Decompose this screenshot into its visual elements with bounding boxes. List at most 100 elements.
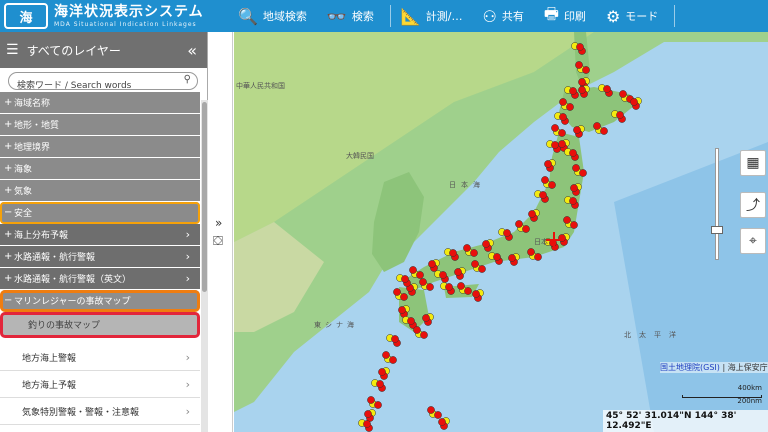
accident-marker[interactable] [578, 78, 586, 86]
accident-marker[interactable] [374, 401, 382, 409]
collapse-panel-icon[interactable]: « [187, 41, 197, 60]
accident-marker[interactable] [569, 87, 577, 95]
layer-weather[interactable]: + 気象 [0, 180, 200, 202]
zoom-slider[interactable] [711, 148, 723, 260]
accident-marker[interactable] [572, 164, 580, 172]
accident-marker[interactable] [416, 271, 424, 279]
item-regional-marine-warning[interactable]: 地方海上警報 › [0, 344, 200, 371]
layer-terrain-geology[interactable]: + 地形・地質 [0, 114, 200, 136]
accident-marker[interactable] [570, 184, 578, 192]
accident-marker[interactable] [409, 266, 417, 274]
accident-marker[interactable] [367, 396, 375, 404]
accident-marker[interactable] [573, 126, 581, 134]
accident-marker[interactable] [434, 411, 442, 419]
basket-icon[interactable]: ⛋ [213, 234, 223, 249]
accident-marker[interactable] [551, 141, 559, 149]
accident-marker[interactable] [563, 216, 571, 224]
accident-marker[interactable] [593, 122, 601, 130]
accident-marker[interactable] [616, 111, 624, 119]
mode-button[interactable]: ⚙ モード [596, 0, 668, 32]
layer-navigation-warnings[interactable]: + 水路通報・航行警報 › [0, 246, 200, 268]
accident-marker[interactable] [400, 293, 408, 301]
accident-marker[interactable] [566, 103, 574, 111]
item-regional-marine-forecast[interactable]: 地方海上予報 › [0, 371, 200, 398]
share-button[interactable]: ⚇ 共有 [472, 0, 533, 32]
accident-marker[interactable] [419, 278, 427, 286]
accident-marker[interactable] [578, 86, 586, 94]
accident-marker[interactable] [426, 283, 434, 291]
accident-marker[interactable] [482, 240, 490, 248]
accident-marker[interactable] [503, 229, 511, 237]
accident-marker[interactable] [364, 410, 372, 418]
accident-marker[interactable] [427, 406, 435, 414]
accident-marker[interactable] [457, 282, 465, 290]
logo[interactable]: 海 海洋状況表示システム MDA Situational Indication … [0, 0, 220, 32]
accident-marker[interactable] [470, 249, 478, 257]
accident-marker[interactable] [398, 306, 406, 314]
accident-marker[interactable] [575, 61, 583, 69]
accident-marker[interactable] [600, 127, 608, 135]
layer-scrollbar[interactable] [201, 100, 208, 432]
search-icon[interactable]: ⚲ [184, 74, 191, 85]
accident-marker[interactable] [463, 244, 471, 252]
accident-marker[interactable] [559, 98, 567, 106]
accident-marker[interactable] [541, 176, 549, 184]
accident-marker[interactable] [619, 90, 627, 98]
accident-marker[interactable] [449, 249, 457, 257]
zoom-knob[interactable] [711, 226, 723, 234]
accident-marker[interactable] [389, 356, 397, 364]
accident-marker[interactable] [422, 314, 430, 322]
accident-marker[interactable] [438, 418, 446, 426]
print-button[interactable]: 🖶 印刷 [534, 0, 596, 32]
layer-switch-button[interactable]: ▦ [740, 150, 766, 176]
accident-marker[interactable] [559, 113, 567, 121]
layer-sea-area-names[interactable]: + 海域名称 [0, 92, 200, 114]
accident-marker[interactable] [401, 275, 409, 283]
layer-fishing-accident-map[interactable]: 釣りの事故マップ [0, 312, 200, 338]
accident-marker[interactable] [515, 220, 523, 228]
accident-marker[interactable] [603, 85, 611, 93]
route-button[interactable]: ⤴ [740, 192, 766, 218]
accident-marker[interactable] [569, 197, 577, 205]
expand-panel-icon[interactable]: » [215, 216, 222, 230]
accident-marker[interactable] [558, 129, 566, 137]
accident-marker[interactable] [393, 288, 401, 296]
accident-marker[interactable] [413, 326, 421, 334]
attribution-link[interactable]: 国土地理院(GSI) [660, 363, 720, 372]
accident-marker[interactable] [445, 283, 453, 291]
accident-marker[interactable] [407, 317, 415, 325]
accident-marker[interactable] [464, 287, 472, 295]
accident-marker[interactable] [420, 331, 428, 339]
accident-marker[interactable] [548, 181, 556, 189]
layer-geographic-boundary[interactable]: + 地理境界 [0, 136, 200, 158]
scrollbar-thumb[interactable] [202, 102, 207, 292]
layer-oceanography[interactable]: + 海象 [0, 158, 200, 180]
accident-marker[interactable] [363, 420, 371, 428]
accident-marker[interactable] [534, 253, 542, 261]
accident-marker[interactable] [527, 248, 535, 256]
accident-marker[interactable] [576, 43, 584, 51]
accident-marker[interactable] [569, 149, 577, 157]
accident-marker[interactable] [382, 351, 390, 359]
layer-navigation-warnings-en[interactable]: + 水路通報・航行警報（英文） › [0, 268, 200, 290]
accident-marker[interactable] [582, 66, 590, 74]
accident-marker[interactable] [544, 160, 552, 168]
layer-safety[interactable]: − 安全 [0, 202, 200, 224]
accident-marker[interactable] [528, 210, 536, 218]
accident-marker[interactable] [472, 290, 480, 298]
item-weather-warnings[interactable]: 気象特別警報・警報・注意報 › [0, 398, 200, 425]
accident-marker[interactable] [478, 265, 486, 273]
accident-marker[interactable] [508, 254, 516, 262]
accident-marker[interactable] [376, 380, 384, 388]
region-search-button[interactable]: 🔍 地域検索 [228, 0, 317, 32]
locate-button[interactable]: ⌖ [740, 228, 766, 254]
accident-marker[interactable] [391, 335, 399, 343]
accident-marker[interactable] [570, 221, 578, 229]
measure-button[interactable]: 📐 計測/… [391, 0, 473, 32]
accident-marker[interactable] [539, 191, 547, 199]
layer-marine-leisure-accident-map[interactable]: − マリンレジャーの事故マップ [0, 290, 200, 312]
accident-marker[interactable] [471, 260, 479, 268]
accident-marker[interactable] [428, 260, 436, 268]
accident-marker[interactable] [439, 271, 447, 279]
accident-marker[interactable] [378, 368, 386, 376]
